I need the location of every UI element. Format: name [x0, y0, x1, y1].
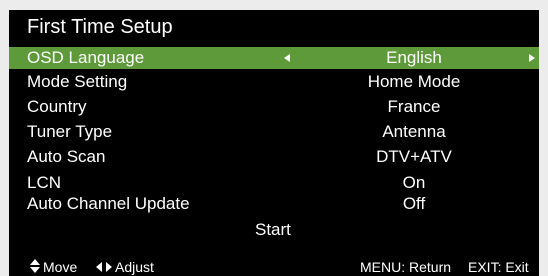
setting-value: On	[402, 173, 426, 192]
setting-label: Tuner Type	[27, 122, 113, 141]
setting-value: France	[387, 97, 441, 116]
setting-value: Antenna	[382, 122, 446, 141]
setting-row-osd-language[interactable]: OSD Language English	[9, 47, 539, 69]
left-arrow-icon[interactable]	[284, 54, 290, 62]
exit-hint: EXIT: Exit	[468, 259, 529, 275]
setting-label: Country	[27, 97, 87, 116]
move-hint: Move	[43, 259, 78, 275]
first-time-setup-menu: First Time Setup OSD Language English Mo…	[9, 10, 539, 276]
menu-return-hint: MENU: Return	[360, 259, 452, 275]
start-button[interactable]: Start	[255, 219, 291, 241]
setting-row-auto-channel-update[interactable]: Auto Channel Update Off	[9, 193, 539, 215]
setting-row-lcn[interactable]: LCN On	[9, 172, 539, 194]
setting-label: Auto Scan	[27, 147, 106, 166]
setting-row-tuner-type[interactable]: Tuner Type Antenna	[9, 121, 539, 143]
adjust-hint: Adjust	[115, 259, 154, 275]
setting-label: Auto Channel Update	[27, 194, 190, 213]
setting-row-auto-scan[interactable]: Auto Scan DTV+ATV	[9, 146, 539, 168]
setting-value: DTV+ATV	[376, 147, 452, 166]
setting-label: OSD Language	[27, 48, 145, 67]
setting-row-mode-setting[interactable]: Mode Setting Home Mode	[9, 71, 539, 93]
setting-label: LCN	[27, 173, 62, 192]
setting-value: Off	[402, 194, 426, 213]
footer-hints: Move Adjust MENU: Return EXIT: Exit	[9, 258, 539, 276]
left-right-arrow-icon	[96, 262, 112, 272]
setting-value: Home Mode	[367, 72, 461, 91]
right-arrow-icon[interactable]	[529, 54, 535, 62]
setting-value: English	[386, 48, 442, 67]
up-down-arrow-icon	[30, 259, 40, 273]
setting-row-country[interactable]: Country France	[9, 96, 539, 118]
menu-title: First Time Setup	[27, 16, 173, 38]
setting-label: Mode Setting	[27, 72, 128, 91]
